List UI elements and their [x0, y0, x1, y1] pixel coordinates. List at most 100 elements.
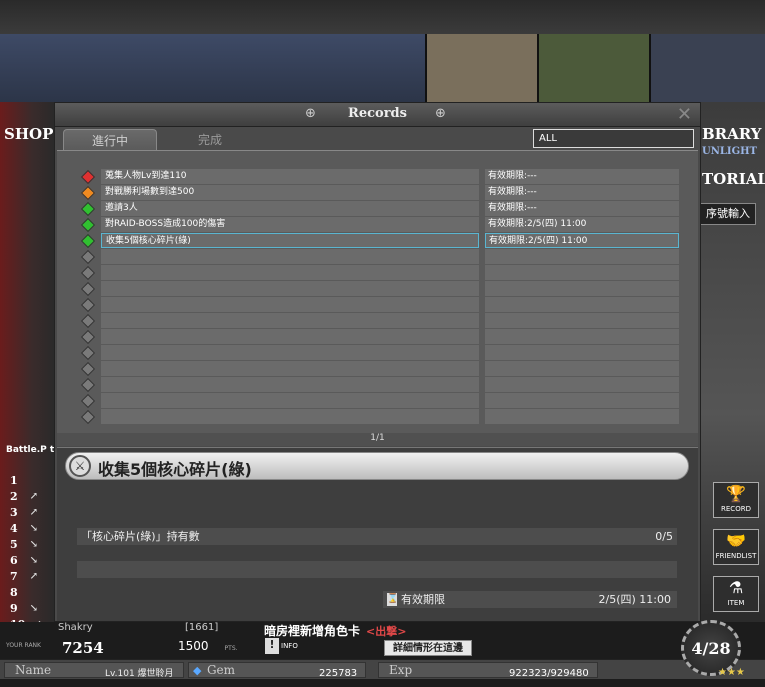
rank-row: 3 ↗: [10, 505, 39, 519]
record-row[interactable]: 對RAID-BOSS造成100的傷害 有效期限:2/5(四) 11:00: [57, 217, 698, 233]
rank-row: 9 ↘: [10, 601, 39, 615]
gem-icon: [80, 297, 96, 313]
empty-record-row[interactable]: [57, 297, 698, 313]
empty-record-row[interactable]: [57, 409, 698, 425]
friendlist-button[interactable]: 🤝 FRIENDLIST: [713, 529, 759, 565]
empty-record-row[interactable]: [57, 313, 698, 329]
exp-value: 922323/929480: [509, 668, 589, 679]
player-level: Lv.101 爆世聆月: [105, 669, 174, 679]
gem-icon: [80, 201, 96, 217]
tutorial-link[interactable]: TORIAL: [702, 170, 765, 188]
sword-icon: ⚔: [69, 455, 91, 477]
footer: Shakry [1661] 暗房裡新增角色卡 <出撃> YOUR RANK 725…: [0, 622, 765, 687]
record-name: [101, 281, 479, 296]
trend-icon: ↘: [29, 522, 39, 534]
progress-row: 「核心碎片(綠)」持有數 0/5: [77, 528, 677, 545]
player-name: Shakry: [58, 622, 93, 633]
empty-record-row[interactable]: [57, 377, 698, 393]
record-expiry: [485, 329, 679, 344]
gem-icon: [80, 313, 96, 329]
handshake-icon: 🤝: [726, 531, 746, 550]
rating-stars: ★★★: [718, 667, 745, 678]
record-name: [101, 393, 479, 408]
record-name: [101, 297, 479, 312]
tab-completed[interactable]: 完成: [163, 129, 257, 151]
record-expiry: [485, 281, 679, 296]
record-button[interactable]: 🏆 RECORD: [713, 482, 759, 518]
gem-icon: [80, 409, 96, 425]
library-link[interactable]: BRARY: [702, 125, 762, 143]
serial-input-button[interactable]: 序號輸入: [700, 203, 756, 225]
gem-icon: [80, 169, 96, 185]
item-button[interactable]: ⚗ ITEM: [713, 576, 759, 612]
empty-detail-row: [77, 561, 677, 578]
empty-record-row[interactable]: [57, 329, 698, 345]
info-icon: !: [265, 638, 279, 654]
records-list: 蒐集人物Lv到達110 有效期限:--- 對戰勝利場數到達500 有效期限:--- 邀請…: [57, 150, 698, 433]
record-expiry: [485, 249, 679, 264]
info-button[interactable]: ! INFO: [265, 638, 298, 654]
trend-icon: ↗: [29, 490, 39, 502]
record-name: 對RAID-BOSS造成100的傷害: [101, 217, 479, 232]
gem-icon: [80, 249, 96, 265]
unlight-label: UNLIGHT: [702, 146, 757, 157]
rank-row: 4 ↘: [10, 521, 39, 535]
gem-icon: [80, 345, 96, 361]
gem-icon: [80, 265, 96, 281]
record-name: [101, 361, 479, 376]
record-row[interactable]: 蒐集人物Lv到達110 有效期限:---: [57, 169, 698, 185]
dialog-header: ⊕ Records ⊕ ✕: [55, 103, 700, 127]
record-name: [101, 345, 479, 360]
record-name: [101, 377, 479, 392]
filter-select[interactable]: ALL: [533, 129, 694, 148]
name-box: Name Lv.101 爆世聆月: [4, 662, 184, 679]
expiry-row: ⌛ 有效期限 2/5(四) 11:00: [383, 591, 677, 608]
rank-row: 7 ↗: [10, 569, 39, 583]
record-row[interactable]: 對戰勝利場數到達500 有效期限:---: [57, 185, 698, 201]
record-name: [101, 249, 479, 264]
potion-icon: ⚗: [728, 578, 744, 597]
close-icon[interactable]: ✕: [677, 104, 692, 125]
record-row[interactable]: 收集5個核心碎片(綠) 有效期限:2/5(四) 11:00: [57, 233, 698, 249]
rank-row: 8: [10, 585, 18, 599]
record-row[interactable]: 邀請3人 有效期限:---: [57, 201, 698, 217]
gem-value: 225783: [319, 668, 358, 679]
rank-value: 7254: [62, 639, 104, 657]
expiry-label: 有效期限: [401, 593, 445, 606]
empty-record-row[interactable]: [57, 393, 698, 409]
gem-icon: [80, 329, 96, 345]
gem-icon: [80, 185, 96, 201]
page-indicator: 1/1: [57, 433, 698, 446]
record-expiry: [485, 377, 679, 392]
empty-record-row[interactable]: [57, 361, 698, 377]
gem-icon: [80, 377, 96, 393]
record-name: 對戰勝利場數到達500: [101, 185, 479, 200]
empty-record-row[interactable]: [57, 265, 698, 281]
record-expiry: [485, 345, 679, 360]
gem-icon: [80, 281, 96, 297]
tab-in-progress[interactable]: 進行中: [63, 129, 157, 151]
shop-link[interactable]: SHOP: [4, 125, 53, 143]
empty-record-row[interactable]: [57, 345, 698, 361]
empty-record-row[interactable]: [57, 281, 698, 297]
gem-icon: ◆: [193, 664, 202, 677]
player-score: [1661]: [185, 622, 219, 633]
status-bar: Name Lv.101 爆世聆月 ◆ Gem 225783 Exp 922323…: [0, 659, 765, 679]
hourglass-icon: ⌛: [387, 593, 399, 606]
trend-icon: ↘: [29, 538, 39, 550]
record-expiry: 有效期限:---: [485, 201, 679, 216]
rank-row: 2 ↗: [10, 489, 39, 503]
empty-record-row[interactable]: [57, 249, 698, 265]
record-name: [101, 409, 479, 424]
news-tag: <出撃>: [366, 625, 407, 638]
details-button[interactable]: 詳細情形在這邊: [384, 640, 472, 656]
record-name: [101, 313, 479, 328]
news-ticker[interactable]: 暗房裡新增角色卡 <出撃>: [264, 622, 406, 639]
record-expiry: [485, 409, 679, 424]
record-expiry: [485, 393, 679, 408]
top-bar: [0, 0, 765, 34]
ornament-icon: ⊕: [435, 106, 446, 121]
gem-icon: [80, 361, 96, 377]
rank-row: 1: [10, 473, 18, 487]
record-expiry: 有效期限:2/5(四) 11:00: [485, 233, 679, 248]
